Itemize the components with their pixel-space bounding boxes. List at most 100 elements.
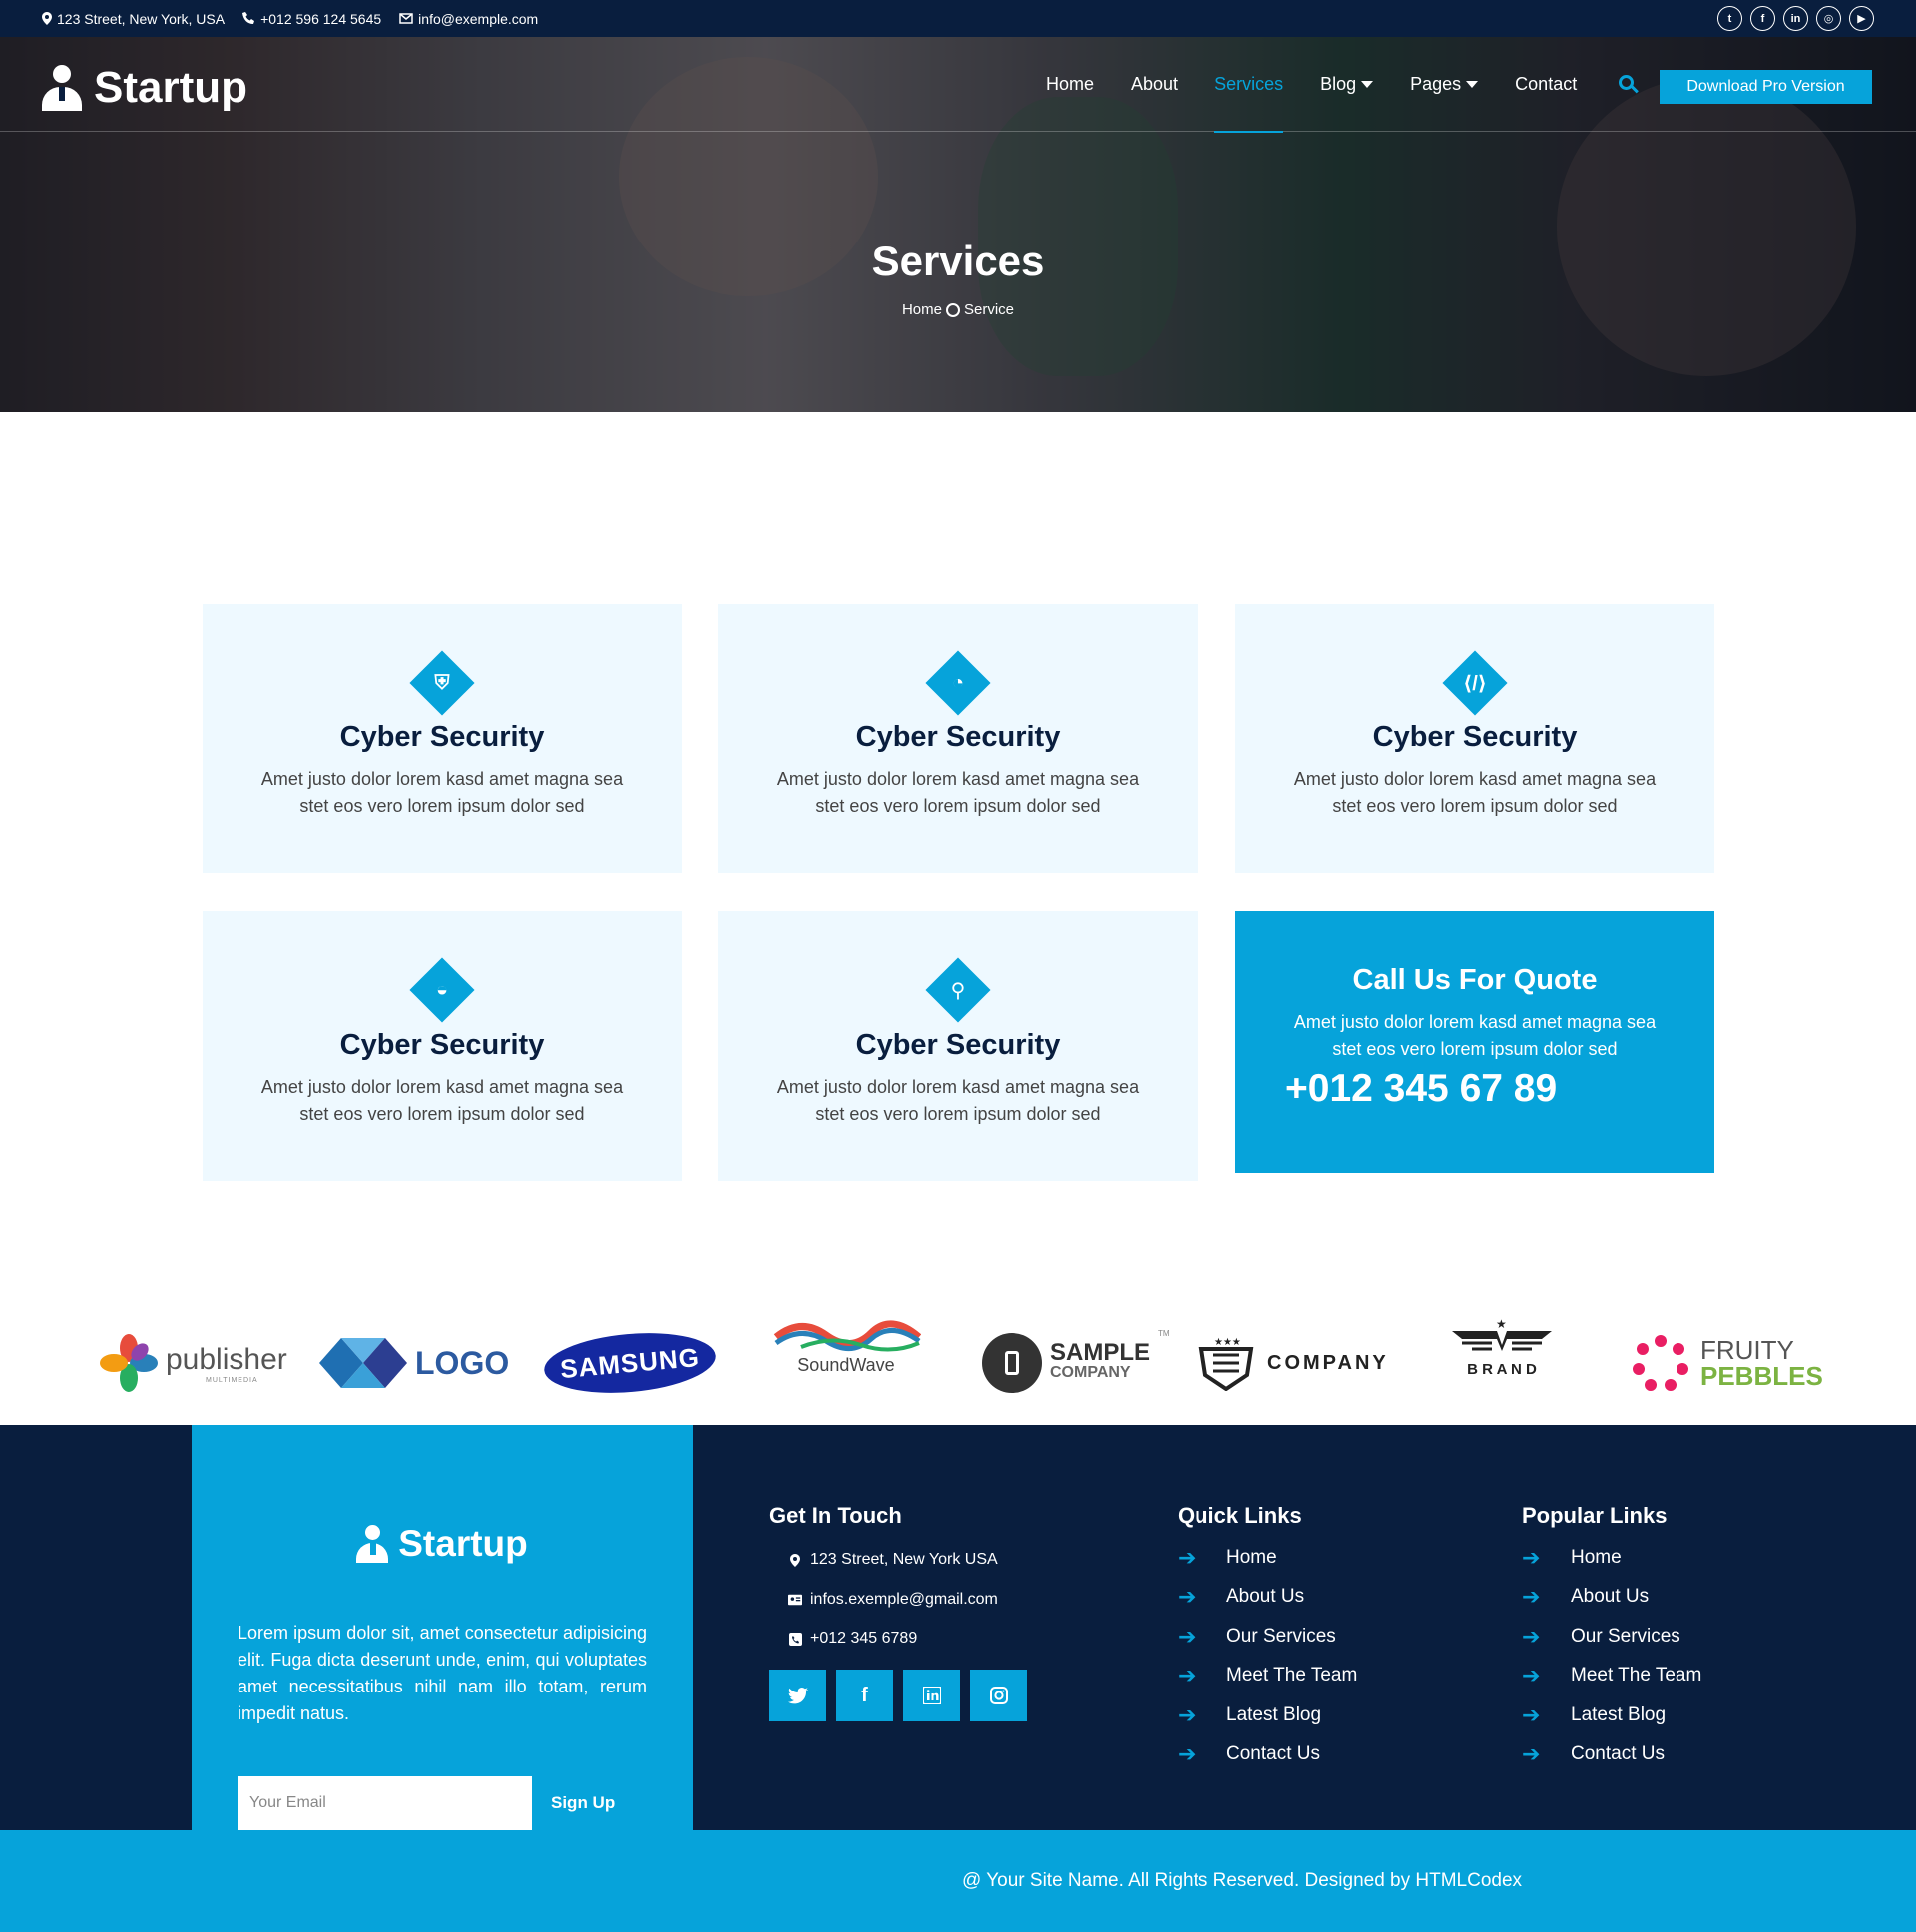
- brand-name: Startup: [94, 63, 247, 112]
- quote-description: Amet justo dolor lorem kasd amet magna s…: [1293, 1012, 1657, 1059]
- service-card: ◔ Cyber Security Amet justo dolor lorem …: [718, 604, 1198, 873]
- footer-phone: +012 345 6789: [788, 1630, 917, 1648]
- logo-brand: ★ B R A N D: [1447, 1317, 1557, 1409]
- arrow-right-icon: ➔: [1178, 1545, 1197, 1570]
- phone-device-icon: [982, 1333, 1042, 1393]
- quick-link-contact[interactable]: ➔ Contact Us: [1178, 1741, 1320, 1767]
- service-icon-badge: ⚲: [925, 957, 991, 1023]
- footer-address-text: 123 Street, New York USA: [810, 1551, 998, 1568]
- arrow-right-icon: ➔: [1178, 1663, 1197, 1688]
- footer-address: 123 Street, New York USA: [788, 1551, 998, 1569]
- twitter-icon[interactable]: [769, 1670, 826, 1721]
- quick-link-blog[interactable]: ➔ Latest Blog: [1178, 1702, 1321, 1728]
- topbar-contact: 123 Street, New York, USA +012 596 124 5…: [42, 0, 538, 37]
- signup-button[interactable]: Sign Up: [551, 1776, 615, 1830]
- popular-link-services[interactable]: ➔ Our Services: [1522, 1624, 1680, 1650]
- logo-sample-text: SAMPLE: [1050, 1339, 1151, 1366]
- phone-icon: [242, 12, 255, 24]
- search-icon[interactable]: [1619, 75, 1639, 95]
- logo-pebbles-text: PEBBLES: [1700, 1361, 1823, 1391]
- topbar-email-text: info@exemple.com: [418, 10, 539, 27]
- instagram-icon[interactable]: ◎: [1816, 6, 1841, 31]
- linkedin-icon[interactable]: [903, 1670, 960, 1721]
- topbar-phone-text: +012 596 124 5645: [260, 10, 382, 27]
- footer-socials: f: [769, 1670, 1027, 1721]
- service-title: Cyber Security: [339, 1029, 545, 1061]
- nav-blog[interactable]: Blog: [1320, 37, 1374, 132]
- service-description: Amet justo dolor lorem kasd amet magna s…: [776, 769, 1140, 816]
- popular-link-blog[interactable]: ➔ Latest Blog: [1522, 1702, 1666, 1728]
- breadcrumb-home[interactable]: Home: [902, 301, 942, 318]
- quick-link-home[interactable]: ➔ Home: [1178, 1545, 1277, 1571]
- client-logos: publisher MULTIMEDIA LOGO SAMSUNG SoundW…: [0, 1317, 1916, 1409]
- popular-link-about[interactable]: ➔ About Us: [1522, 1584, 1649, 1610]
- service-description: Amet justo dolor lorem kasd amet magna s…: [260, 1077, 624, 1124]
- nav-about[interactable]: About: [1131, 37, 1178, 132]
- logo-sample-subtext: COMPANY: [1050, 1364, 1131, 1381]
- brand-logo[interactable]: Startup: [42, 63, 247, 113]
- topbar-socials: t f in ◎ ▶: [1717, 6, 1874, 31]
- phone-square-icon: [788, 1632, 802, 1646]
- popular-link-label: About Us: [1571, 1586, 1650, 1607]
- user-tie-icon: [42, 65, 82, 111]
- get-in-touch-title: Get In Touch: [769, 1503, 902, 1528]
- quick-link-label: Meet The Team: [1226, 1665, 1358, 1686]
- footer-brand-name: Startup: [398, 1523, 528, 1564]
- nav-home[interactable]: Home: [1046, 37, 1094, 132]
- copyright-text: @ Your Site Name. All Rights Reserved. D…: [962, 1870, 1523, 1891]
- quick-link-services[interactable]: ➔ Our Services: [1178, 1624, 1336, 1650]
- nav-blog-label: Blog: [1320, 74, 1357, 94]
- service-icon-badge: ⛨: [409, 650, 475, 716]
- topbar-phone: +012 596 124 5645: [242, 11, 381, 27]
- flower-icon: [100, 1334, 158, 1392]
- logo-trademark: TM: [1158, 1329, 1170, 1338]
- download-pro-button[interactable]: Download Pro Version: [1660, 70, 1872, 104]
- logo-fruity-text: FRUITY: [1700, 1335, 1794, 1365]
- service-title: Cyber Security: [855, 722, 1061, 753]
- code-icon: ⟨/⟩: [1463, 672, 1487, 695]
- wave-icon: [773, 1320, 921, 1352]
- footer-email: infos.exemple@gmail.com: [788, 1591, 998, 1609]
- service-description: Amet justo dolor lorem kasd amet magna s…: [260, 769, 624, 816]
- linkedin-icon[interactable]: in: [1783, 6, 1808, 31]
- crest-icon: ★★★: [1198, 1337, 1254, 1391]
- service-description: Amet justo dolor lorem kasd amet magna s…: [1293, 769, 1657, 816]
- quick-link-team[interactable]: ➔ Meet The Team: [1178, 1663, 1357, 1689]
- popular-link-label: Our Services: [1571, 1626, 1680, 1647]
- popular-link-home[interactable]: ➔ Home: [1522, 1545, 1622, 1571]
- quick-link-about[interactable]: ➔ About Us: [1178, 1584, 1304, 1610]
- quick-link-label: Contact Us: [1226, 1743, 1320, 1764]
- dots-ring-icon: [1633, 1335, 1688, 1391]
- user-tie-icon: [356, 1525, 389, 1563]
- nav-pages[interactable]: Pages: [1410, 37, 1479, 132]
- quote-phone[interactable]: +012 345 67 89: [1285, 1067, 1557, 1111]
- logo-samsung: SAMSUNG: [541, 1317, 718, 1409]
- popular-link-team[interactable]: ➔ Meet The Team: [1522, 1663, 1701, 1689]
- envelope-icon: [399, 13, 413, 24]
- nav-contact[interactable]: Contact: [1515, 37, 1577, 132]
- service-card: ◒ Cyber Security Amet justo dolor lorem …: [203, 911, 682, 1181]
- service-icon-badge: ◔: [925, 650, 991, 716]
- instagram-icon[interactable]: [970, 1670, 1027, 1721]
- page-title: Services: [871, 238, 1045, 284]
- popular-link-label: Meet The Team: [1571, 1665, 1702, 1686]
- logo-logo: LOGO: [319, 1317, 509, 1409]
- facebook-icon[interactable]: f: [1750, 6, 1775, 31]
- arrow-right-icon: ➔: [1522, 1702, 1541, 1727]
- quote-title: Call Us For Quote: [1352, 964, 1598, 996]
- nav-services[interactable]: Services: [1214, 37, 1284, 133]
- arrow-right-icon: ➔: [1522, 1663, 1541, 1688]
- map-marker-icon: [42, 12, 52, 25]
- breadcrumb: Home Service: [0, 301, 1916, 318]
- newsletter-email-input[interactable]: Your Email: [238, 1776, 532, 1830]
- service-title: Cyber Security: [855, 1029, 1061, 1061]
- popular-link-contact[interactable]: ➔ Contact Us: [1522, 1741, 1665, 1767]
- facebook-icon[interactable]: f: [836, 1670, 893, 1721]
- youtube-icon[interactable]: ▶: [1849, 6, 1874, 31]
- footer-brand[interactable]: Startup: [192, 1523, 693, 1565]
- twitter-icon[interactable]: t: [1717, 6, 1742, 31]
- caret-down-icon: [1361, 81, 1374, 88]
- caret-down-icon: [1466, 81, 1479, 88]
- logo-publisher-text: publisher: [166, 1342, 287, 1376]
- android-icon: ◒: [435, 978, 449, 1001]
